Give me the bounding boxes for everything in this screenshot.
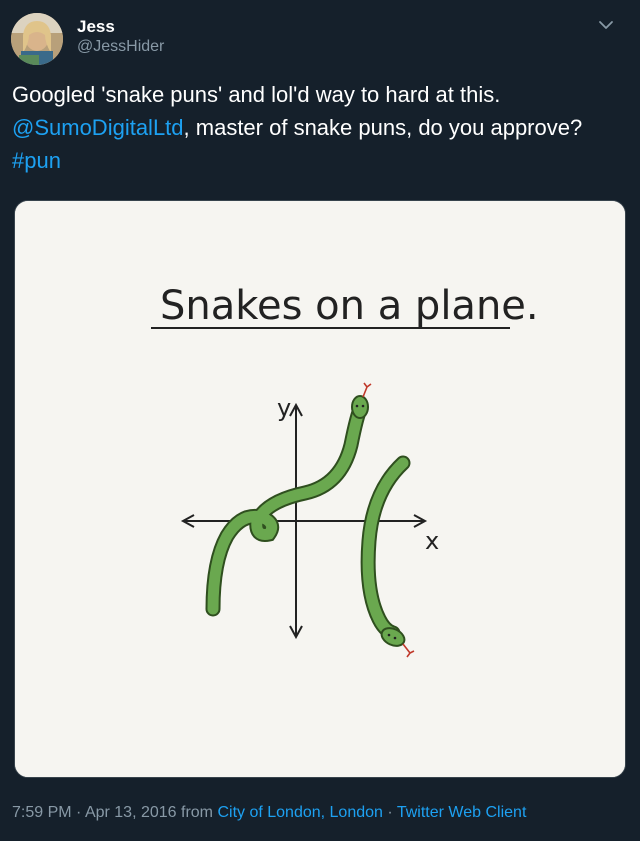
tweet-text: Googled 'snake puns' and lol'd way to ha… — [12, 78, 622, 177]
client-link[interactable]: Twitter Web Client — [397, 804, 527, 821]
tweet-text-part1: Googled 'snake puns' and lol'd way to ha… — [12, 82, 501, 107]
user-avatar-photo — [11, 13, 63, 65]
separator: · — [71, 804, 85, 821]
y-axis-label: y — [277, 394, 291, 422]
tweet-meta: 7:59 PM · Apr 13, 2016 from City of Lond… — [12, 804, 526, 822]
drawing-caption: Snakes on a plane. — [160, 283, 539, 329]
avatar[interactable] — [11, 13, 63, 65]
location-link[interactable]: City of London, London — [217, 804, 382, 821]
tweet-image[interactable]: Snakes on a plane. y x — [14, 200, 626, 778]
mention-link[interactable]: @SumoDigitalLtd — [12, 115, 184, 140]
separator: · — [382, 804, 397, 821]
chevron-down-icon[interactable] — [596, 15, 616, 35]
tweet-date[interactable]: Apr 13, 2016 — [85, 804, 177, 821]
author-name[interactable]: Jess — [77, 17, 115, 37]
tweet-time[interactable]: 7:59 PM — [12, 804, 72, 821]
x-axis-label: x — [425, 527, 439, 555]
snakes-on-a-plane-drawing: Snakes on a plane. y x — [15, 201, 625, 777]
hashtag-link[interactable]: #pun — [12, 148, 61, 173]
tweet-text-part2: , master of snake puns, do you approve? — [183, 115, 583, 140]
author-handle[interactable]: @JessHider — [77, 38, 164, 56]
from-label: from — [176, 804, 218, 821]
